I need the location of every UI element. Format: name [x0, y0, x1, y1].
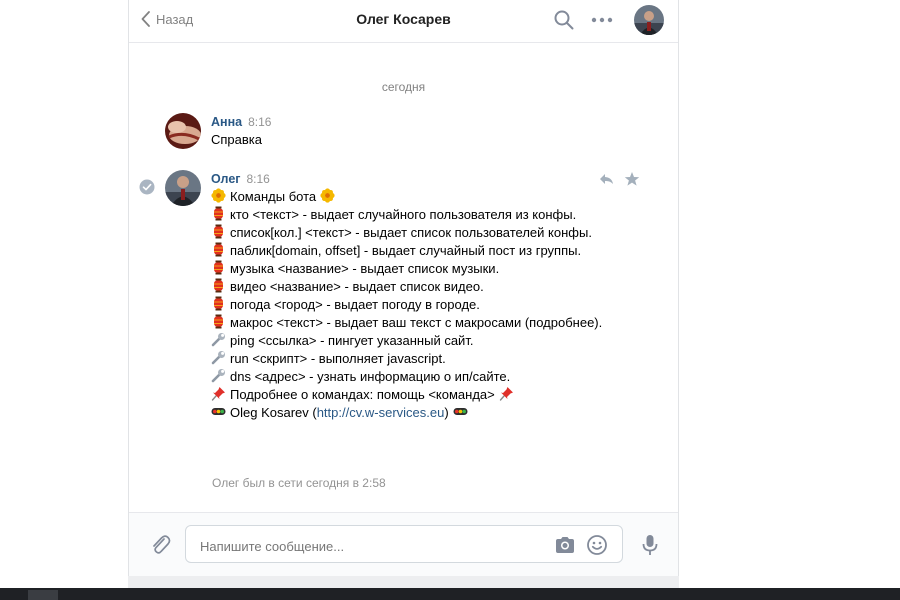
chat-header: Назад Олег Косарев	[129, 0, 678, 43]
command-text: список[кол.] <текст> - выдает список пол…	[230, 225, 592, 240]
command-line: макрос <текст> - выдает ваш текст с макр…	[211, 314, 631, 332]
traffic-light-icon	[453, 404, 468, 419]
message-time: 8:16	[248, 115, 272, 129]
right-background	[679, 0, 900, 600]
message-author[interactable]: Олег	[211, 172, 241, 186]
avatar[interactable]	[165, 113, 201, 149]
header-avatar[interactable]	[634, 5, 664, 35]
mic-icon[interactable]	[641, 533, 659, 557]
lantern-icon	[211, 206, 226, 221]
command-line: Команды бота	[211, 188, 631, 206]
command-line: run <скрипт> - выполняет javascript.	[211, 350, 631, 368]
back-label: Назад	[156, 11, 194, 27]
smile-icon[interactable]	[586, 534, 608, 556]
signature-close: )	[444, 405, 449, 420]
command-text: видео <название> - выдает список видео.	[230, 279, 484, 294]
left-background	[0, 0, 128, 600]
message-author[interactable]: Анна	[211, 115, 242, 129]
traffic-light-icon	[211, 404, 226, 419]
avatar[interactable]	[165, 170, 201, 206]
command-line: Подробнее о командах: помощь <команда>	[211, 386, 631, 404]
search-icon[interactable]	[553, 9, 575, 31]
command-text: погода <город> - выдает погоду в городе.	[230, 297, 480, 312]
signature-line: Oleg Kosarev (http://cv.w-services.eu)	[211, 404, 631, 422]
command-text: паблик[domain, offset] - выдает случайны…	[230, 243, 582, 258]
chevron-left-icon	[141, 11, 150, 27]
command-text: dns <адрес> - узнать информацию о ип/сай…	[230, 369, 511, 384]
command-line: видео <название> - выдает список видео.	[211, 278, 631, 296]
command-line: dns <адрес> - узнать информацию о ип/сай…	[211, 368, 631, 386]
online-status: Олег был в сети сегодня в 2:58	[212, 476, 386, 490]
wrench-icon	[211, 332, 226, 347]
command-text: музыка <название> - выдает список музыки…	[230, 261, 500, 276]
composer	[129, 512, 678, 576]
signature-link[interactable]: http://cv.w-services.eu	[317, 405, 445, 420]
message-input-box[interactable]	[185, 525, 623, 563]
command-text: Подробнее о командах: помощь <команда>	[230, 387, 495, 402]
camera-icon[interactable]	[554, 535, 576, 555]
pushpin-icon	[211, 386, 226, 401]
command-line: кто <текст> - выдает случайного пользова…	[211, 206, 631, 224]
command-line: музыка <название> - выдает список музыки…	[211, 260, 631, 278]
message-time: 8:16	[246, 172, 270, 186]
date-separator: сегодня	[381, 80, 426, 94]
command-text: run <скрипт> - выполняет javascript.	[230, 351, 446, 366]
more-icon[interactable]	[590, 9, 614, 31]
taskbar-item[interactable]	[28, 590, 58, 600]
command-text: макрос <текст> - выдает ваш текст с макр…	[230, 315, 603, 330]
message-text: Команды бота кто <текст> - выдает случайн…	[211, 188, 631, 422]
chat-title[interactable]: Олег Косарев	[356, 11, 451, 27]
pushpin-icon	[499, 386, 514, 401]
message-input[interactable]	[198, 535, 542, 557]
flower-icon	[320, 188, 335, 203]
command-text: ping <ссылка> - пингует указанный сайт.	[230, 333, 474, 348]
chat-panel: Назад Олег Косарев сегодня Анна 8:16 Спр…	[128, 0, 679, 576]
message-text: Справка	[211, 132, 262, 147]
attach-icon[interactable]	[149, 533, 171, 557]
check-circle-icon[interactable]	[139, 179, 155, 195]
signature-name: Oleg Kosarev (	[230, 405, 317, 420]
lantern-icon	[211, 278, 226, 293]
lantern-icon	[211, 242, 226, 257]
wrench-icon	[211, 368, 226, 383]
os-taskbar	[0, 588, 900, 600]
command-line: паблик[domain, offset] - выдает случайны…	[211, 242, 631, 260]
back-button[interactable]: Назад	[141, 9, 193, 29]
wrench-icon	[211, 350, 226, 365]
flower-icon	[211, 188, 226, 203]
command-text: Команды бота	[230, 189, 317, 204]
command-text: кто <текст> - выдает случайного пользова…	[230, 207, 577, 222]
lantern-icon	[211, 224, 226, 239]
lantern-icon	[211, 296, 226, 311]
command-line: ping <ссылка> - пингует указанный сайт.	[211, 332, 631, 350]
command-line: список[кол.] <текст> - выдает список пол…	[211, 224, 631, 242]
lantern-icon	[211, 260, 226, 275]
lantern-icon	[211, 314, 226, 329]
command-line: погода <город> - выдает погоду в городе.	[211, 296, 631, 314]
